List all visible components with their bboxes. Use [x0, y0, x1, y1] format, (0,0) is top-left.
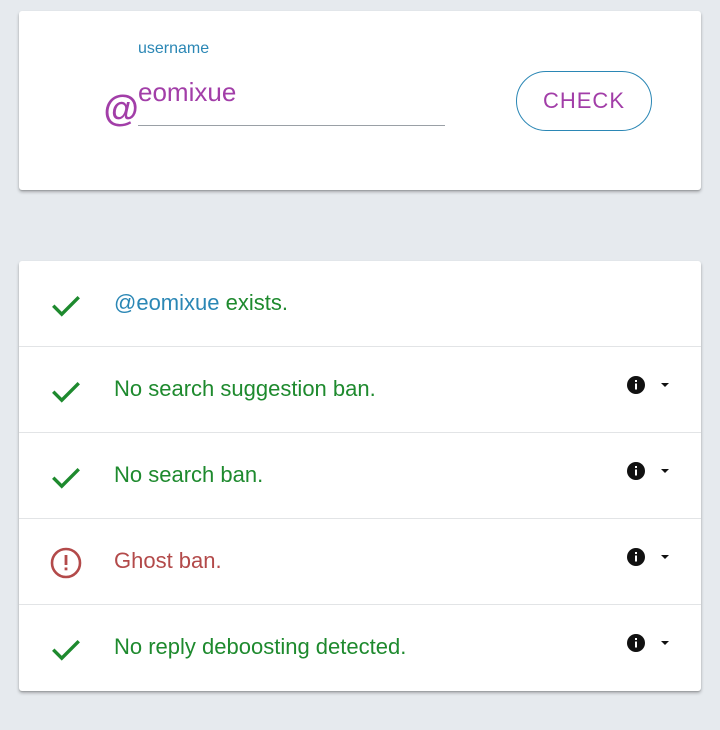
result-text-ghost-ban: Ghost ban. [114, 548, 222, 573]
alert-circle-icon [50, 547, 82, 579]
exists-label: exists. [219, 290, 288, 315]
info-icon[interactable] [626, 633, 646, 653]
info-icon[interactable] [626, 461, 646, 481]
result-text-exists: @eomixue exists. [114, 290, 288, 316]
result-text-search-suggestion-ban: No search suggestion ban. [114, 376, 376, 401]
info-icon[interactable] [626, 375, 646, 395]
at-icon: @ [103, 88, 139, 129]
result-row-search-suggestion-ban: No search suggestion ban. [19, 347, 701, 433]
caret-down-icon[interactable] [659, 466, 671, 476]
check-icon [52, 382, 80, 403]
check-icon [52, 640, 80, 661]
caret-down-icon[interactable] [659, 380, 671, 390]
check-icon [52, 468, 80, 489]
result-row-exists: @eomixue exists. [19, 261, 701, 347]
results-card: @eomixue exists. No search suggestion ba… [19, 261, 701, 691]
check-button[interactable]: CHECK [516, 71, 652, 131]
search-card: @ username CHECK [19, 11, 701, 190]
caret-down-icon[interactable] [659, 552, 671, 562]
username-handle: @eomixue [114, 290, 220, 315]
result-text-reply-deboosting: No reply deboosting detected. [114, 634, 407, 659]
check-icon [52, 296, 80, 317]
info-icon[interactable] [626, 547, 646, 567]
caret-down-icon[interactable] [659, 638, 671, 648]
username-input[interactable] [138, 74, 445, 126]
username-label: username [138, 40, 210, 57]
result-text-search-ban: No search ban. [114, 462, 264, 487]
result-row-reply-deboosting: No reply deboosting detected. [19, 605, 701, 691]
result-row-ghost-ban: Ghost ban. [19, 519, 701, 605]
result-row-search-ban: No search ban. [19, 433, 701, 519]
